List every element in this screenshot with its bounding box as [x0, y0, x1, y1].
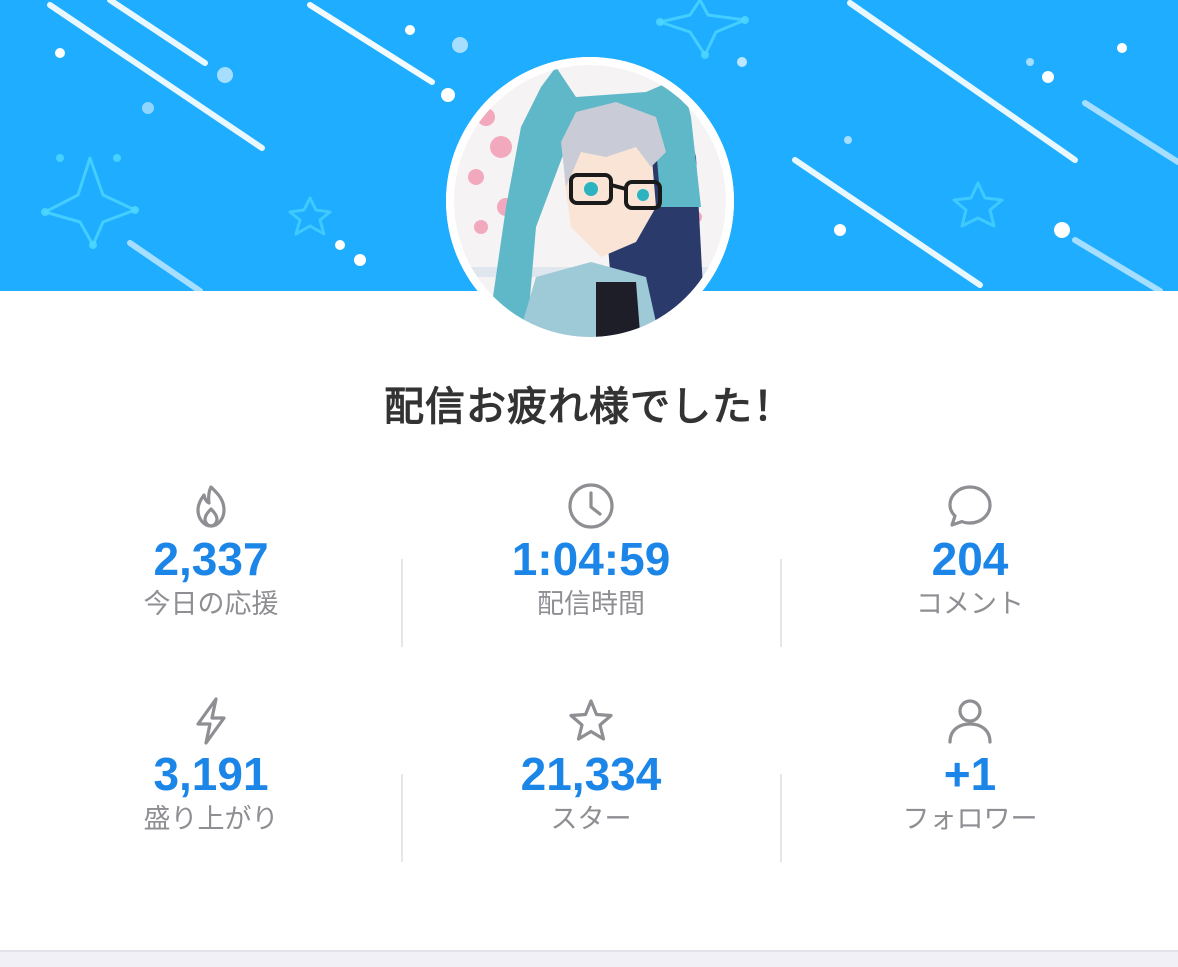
flame-icon	[196, 485, 226, 528]
stat-label: フォロワー	[902, 804, 1038, 835]
stat-value: 21,334	[520, 748, 662, 800]
clock-icon	[568, 483, 614, 529]
avatar-image	[446, 57, 734, 345]
bottom-bar	[0, 950, 1178, 967]
stat-followers: +1 フォロワー	[820, 694, 1120, 838]
page-title: 配信お疲れ様でした！	[384, 384, 794, 430]
divider	[401, 559, 403, 647]
stat-support-today: 2,337 今日の応援	[61, 479, 361, 623]
stat-label: 盛り上がり	[143, 804, 279, 835]
stat-value: 1:04:59	[511, 533, 671, 585]
stat-value: +1	[943, 748, 997, 800]
comment-icon	[948, 485, 992, 527]
divider	[780, 774, 782, 862]
stat-stars: 21,334 スター	[441, 694, 741, 838]
divider	[780, 559, 782, 647]
star-icon	[569, 699, 613, 741]
lightning-icon	[196, 697, 226, 745]
stat-comments: 204 コメント	[820, 479, 1120, 623]
stat-label: 今日の応援	[143, 589, 279, 620]
stat-label: 配信時間	[537, 589, 645, 620]
stat-label: スター	[550, 804, 632, 835]
avatar	[446, 57, 734, 345]
stat-value: 3,191	[153, 748, 269, 800]
user-icon	[948, 699, 992, 744]
stat-value: 2,337	[153, 533, 269, 585]
stat-label: コメント	[916, 589, 1024, 620]
stat-excitement: 3,191 盛り上がり	[61, 694, 361, 838]
stat-stream-time: 1:04:59 配信時間	[441, 479, 741, 623]
divider	[401, 774, 403, 862]
stat-value: 204	[931, 533, 1009, 585]
